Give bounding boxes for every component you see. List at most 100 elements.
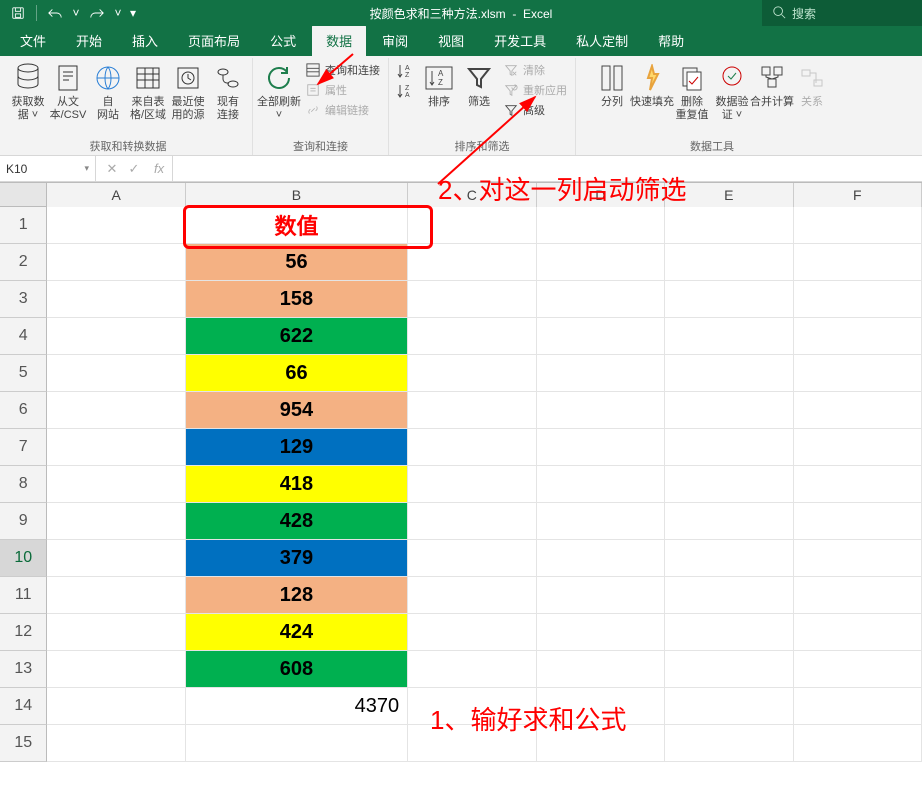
consolidate-button[interactable]: 合并计算	[752, 60, 792, 109]
cell[interactable]	[537, 392, 665, 429]
cell[interactable]: 数值	[186, 207, 408, 244]
cell[interactable]	[537, 318, 665, 355]
cell[interactable]	[665, 540, 793, 577]
row-header[interactable]: 10	[0, 540, 47, 577]
cell[interactable]	[794, 688, 922, 725]
cell[interactable]	[408, 318, 536, 355]
cell[interactable]	[537, 503, 665, 540]
cell[interactable]	[665, 725, 793, 762]
cell[interactable]	[47, 651, 185, 688]
filter-button[interactable]: 筛选	[459, 60, 499, 109]
cell[interactable]	[665, 318, 793, 355]
cell[interactable]	[408, 392, 536, 429]
row-header[interactable]: 5	[0, 355, 47, 392]
name-box-dropdown-icon[interactable]: ▾	[84, 163, 89, 174]
cell[interactable]	[408, 651, 536, 688]
cell[interactable]	[794, 318, 922, 355]
cell[interactable]	[47, 466, 185, 503]
cell[interactable]	[794, 244, 922, 281]
cell[interactable]: 622	[186, 318, 408, 355]
cell[interactable]: 418	[186, 466, 408, 503]
cell[interactable]	[665, 281, 793, 318]
row-header[interactable]: 1	[0, 207, 47, 244]
from-text-button[interactable]: 从文 本/CSV	[48, 60, 88, 121]
cell[interactable]	[665, 429, 793, 466]
cell[interactable]	[665, 503, 793, 540]
cell[interactable]	[537, 281, 665, 318]
advanced-filter-button[interactable]: 高级	[501, 100, 569, 120]
cell[interactable]	[665, 207, 793, 244]
row-header[interactable]: 4	[0, 318, 47, 355]
cell[interactable]	[408, 614, 536, 651]
cell[interactable]	[47, 540, 185, 577]
cell[interactable]: 379	[186, 540, 408, 577]
cell[interactable]	[408, 577, 536, 614]
cell[interactable]	[47, 318, 185, 355]
cell[interactable]	[537, 577, 665, 614]
search-box[interactable]: 搜索	[762, 0, 922, 26]
remove-dup-button[interactable]: 删除 重复值	[672, 60, 712, 121]
cell[interactable]	[537, 355, 665, 392]
cell[interactable]: 428	[186, 503, 408, 540]
save-icon[interactable]	[6, 2, 30, 24]
cell[interactable]: 158	[186, 281, 408, 318]
tab-dev[interactable]: 开发工具	[480, 25, 560, 56]
cell[interactable]	[665, 688, 793, 725]
cell[interactable]	[408, 540, 536, 577]
existing-conn-button[interactable]: 现有 连接	[208, 60, 248, 121]
redo-dropdown-icon[interactable]: ˅	[113, 2, 123, 24]
cell[interactable]	[47, 688, 185, 725]
cell[interactable]	[794, 466, 922, 503]
cell[interactable]	[408, 429, 536, 466]
sort-asc-button[interactable]: AZ	[395, 62, 417, 80]
cell[interactable]: 66	[186, 355, 408, 392]
from-table-button[interactable]: 来自表 格/区域	[128, 60, 168, 121]
col-header-B[interactable]: B	[186, 183, 408, 207]
sort-desc-button[interactable]: ZA	[395, 82, 417, 100]
cell[interactable]: 129	[186, 429, 408, 466]
queries-conn-button[interactable]: 查询和连接	[303, 60, 382, 80]
cell[interactable]	[537, 651, 665, 688]
cell[interactable]	[408, 281, 536, 318]
cell[interactable]: 128	[186, 577, 408, 614]
row-header[interactable]: 3	[0, 281, 47, 318]
tab-insert[interactable]: 插入	[118, 25, 172, 56]
cell[interactable]	[537, 244, 665, 281]
tab-custom[interactable]: 私人定制	[562, 25, 642, 56]
qat-customize-icon[interactable]: ▾	[127, 2, 139, 24]
row-header[interactable]: 12	[0, 614, 47, 651]
row-header[interactable]: 2	[0, 244, 47, 281]
fx-icon[interactable]: fx	[148, 161, 164, 176]
cell[interactable]	[537, 207, 665, 244]
cell[interactable]	[665, 577, 793, 614]
cell[interactable]	[47, 503, 185, 540]
cell[interactable]	[794, 429, 922, 466]
get-data-button[interactable]: 获取数 据 ˅	[8, 60, 48, 121]
tab-home[interactable]: 开始	[62, 25, 116, 56]
tab-formula[interactable]: 公式	[256, 25, 310, 56]
cell[interactable]	[794, 577, 922, 614]
cell[interactable]	[47, 577, 185, 614]
cell[interactable]	[408, 503, 536, 540]
cell[interactable]: 56	[186, 244, 408, 281]
tab-help[interactable]: 帮助	[644, 25, 698, 56]
cell[interactable]	[794, 355, 922, 392]
cell[interactable]: 424	[186, 614, 408, 651]
cell[interactable]: 4370	[186, 688, 408, 725]
cell[interactable]	[47, 207, 185, 244]
cell[interactable]	[665, 244, 793, 281]
cell[interactable]	[408, 355, 536, 392]
cell[interactable]	[794, 503, 922, 540]
cell[interactable]	[665, 355, 793, 392]
text-to-columns-button[interactable]: 分列	[592, 60, 632, 109]
cell[interactable]	[537, 429, 665, 466]
sort-button[interactable]: AZ 排序	[419, 60, 459, 109]
col-header-A[interactable]: A	[47, 183, 185, 207]
row-header[interactable]: 14	[0, 688, 47, 725]
cell[interactable]	[794, 651, 922, 688]
undo-icon[interactable]	[43, 2, 67, 24]
cell[interactable]	[794, 725, 922, 762]
cell[interactable]	[47, 725, 185, 762]
cell[interactable]	[408, 244, 536, 281]
undo-dropdown-icon[interactable]: ˅	[71, 2, 81, 24]
